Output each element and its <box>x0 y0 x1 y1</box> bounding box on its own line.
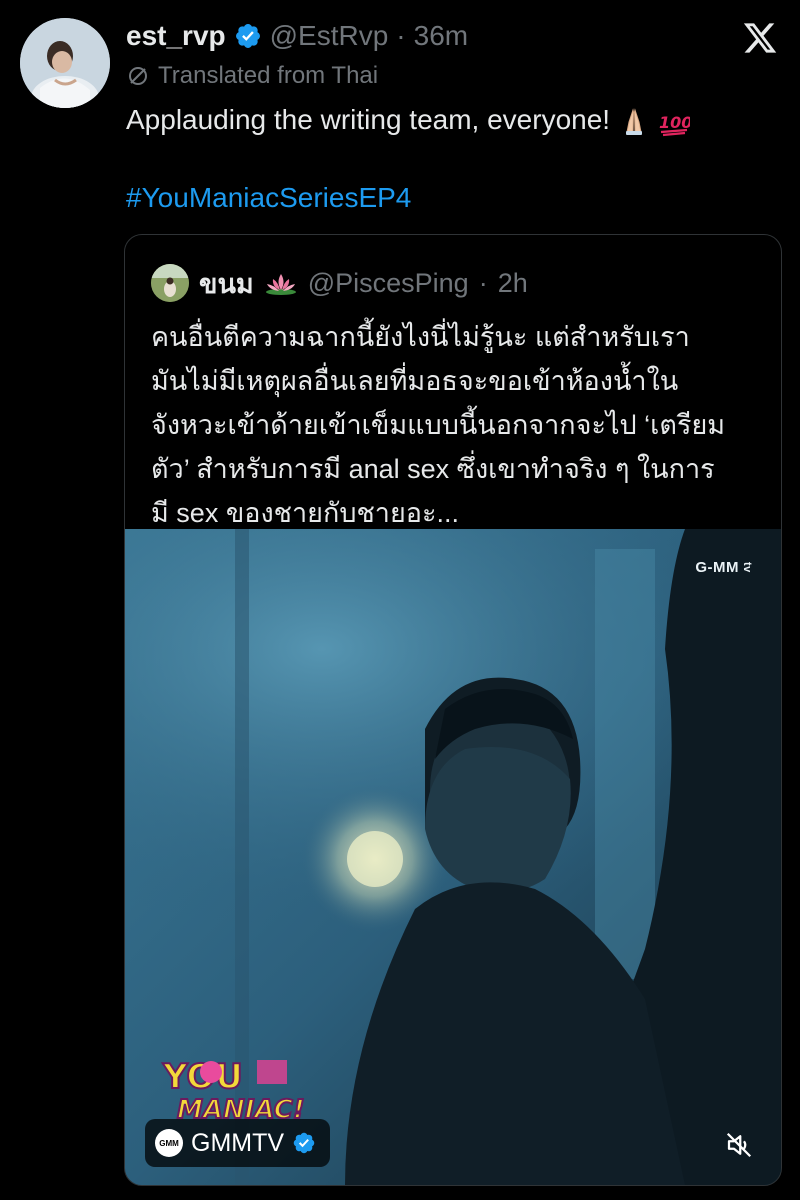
quoted-tweet[interactable]: ขนม @PiscesPing · 2h คนอื่นตีความฉากนี้ย… <box>124 234 782 1186</box>
quoted-avatar[interactable] <box>151 264 189 302</box>
tweet[interactable]: est_rvp @EstRvp · 36m Translated from Th… <box>0 0 800 1200</box>
timestamp[interactable]: 36m <box>414 20 468 52</box>
speaker-muted-icon <box>726 1132 752 1158</box>
hashtag-link[interactable]: #YouManiacSeriesEP4 <box>126 178 411 218</box>
verified-badge-icon <box>293 1132 315 1154</box>
watermark-text: G-MM <box>695 559 739 576</box>
quoted-text-line: มันไม่มีเหตุผลอื่นเลยที่มอธจะขอเข้าห้องน… <box>151 366 679 396</box>
hundred-points-icon: 100 <box>659 113 690 136</box>
translated-label: Translated from Thai <box>158 62 379 89</box>
quoted-timestamp[interactable]: 2h <box>498 268 528 299</box>
quoted-avatar-image <box>151 264 189 302</box>
watermark-suffix: tv <box>741 562 753 573</box>
lotus-icon <box>265 274 296 295</box>
quoted-tweet-header: ขนม @PiscesPing · 2h <box>151 263 528 303</box>
quoted-display-name[interactable]: ขนม <box>199 262 254 305</box>
quoted-tweet-text: คนอื่นตีความฉากนี้ยังไงนี่ไม่รู้นะ แต่สำ… <box>151 315 771 535</box>
tweet-header: est_rvp @EstRvp · 36m <box>126 18 468 54</box>
separator-dot: · <box>396 20 406 51</box>
translated-notice[interactable]: Translated from Thai <box>126 62 378 90</box>
translate-icon <box>129 67 147 85</box>
mute-button[interactable] <box>719 1125 759 1165</box>
avatar-image <box>20 18 110 108</box>
handle[interactable]: @EstRvp <box>270 20 389 52</box>
you-maniac-logo: YOU MANIAC! <box>161 1056 306 1124</box>
folded-hands-icon <box>625 107 642 135</box>
quoted-handle[interactable]: @PiscesPing <box>308 268 469 299</box>
quoted-text-line: จังหวะเข้าด้ายเข้าเข็มแบบนี้นอกจากจะไป ‘… <box>151 410 726 440</box>
quoted-separator-dot: · <box>478 267 488 298</box>
video-source-badge[interactable]: GMM GMMTV <box>145 1119 331 1167</box>
quoted-text-line: ตัว’ สำหรับการมี anal sex ซึ่งเขาทำจริง … <box>151 454 715 484</box>
gmmtv-logo-icon: GMM <box>155 1129 183 1157</box>
verified-badge-icon <box>235 24 260 48</box>
x-logo-icon[interactable] <box>742 20 778 56</box>
quoted-text-line: คนอื่นตีความฉากนี้ยังไงนี่ไม่รู้นะ แต่สำ… <box>151 322 690 352</box>
gmm-watermark: G-MM tv <box>695 559 753 576</box>
display-name[interactable]: est_rvp <box>126 20 226 52</box>
video-source-name: GMMTV <box>191 1128 285 1157</box>
avatar[interactable] <box>20 18 110 108</box>
tweet-text-body: Applauding the writing team, everyone! <box>126 104 611 135</box>
tweet-text: Applauding the writing team, everyone! 1… <box>126 100 690 140</box>
video-player[interactable]: G-MM tv YOU MANIAC! GMM GMMTV <box>125 529 781 1185</box>
